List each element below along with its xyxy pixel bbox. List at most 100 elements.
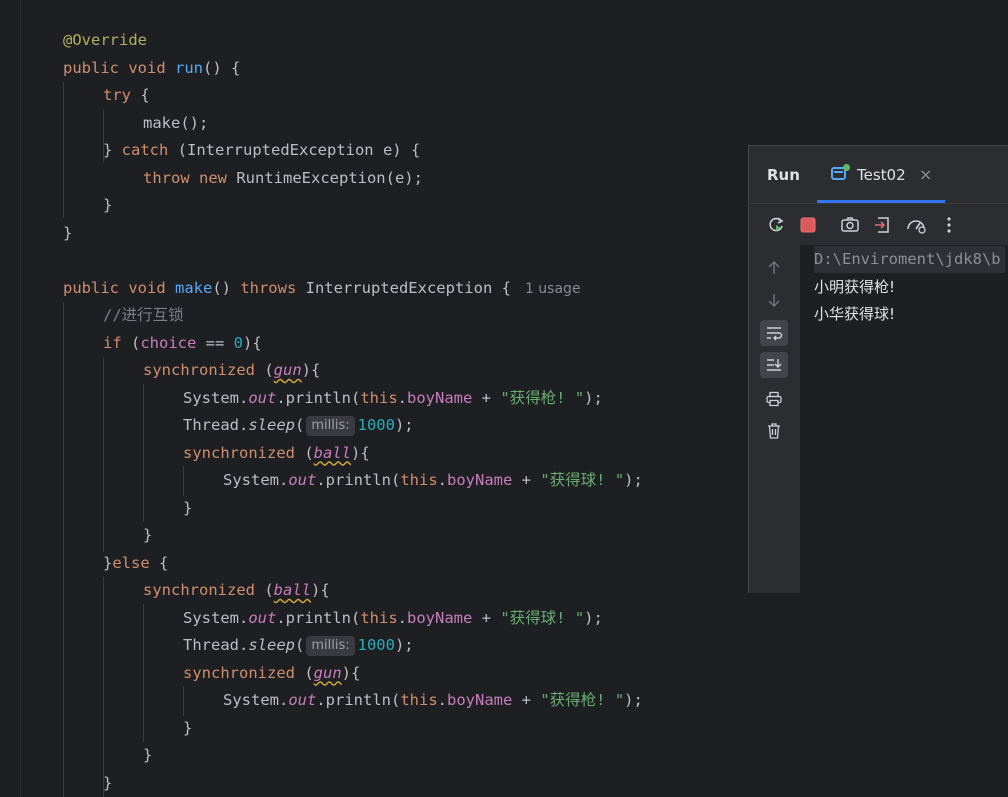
scroll-to-end-icon[interactable] [760,352,788,378]
code-line[interactable]: make(); [143,110,208,137]
code-token: System. [223,471,289,489]
code-token: make [174,278,213,297]
code-token: ( [121,333,141,352]
code-token: .println( [316,471,401,489]
code-token: } [63,223,73,242]
exit-icon[interactable] [869,211,897,239]
code-line[interactable]: } [143,522,152,549]
run-header: Run Test02 × [749,146,1008,203]
code-token: + [472,388,501,407]
code-token: ); [584,608,603,627]
code-line[interactable]: }else { [103,550,168,577]
console-output[interactable]: D:\Enviroment\jdk8\b 小明获得枪! 小华获得球! [800,245,1008,593]
code-token: //进行互锁 [103,306,184,324]
trash-icon[interactable] [760,418,788,444]
code-line[interactable]: synchronized (gun){ [183,660,360,687]
code-line[interactable]: } [183,495,192,522]
code-token: ){ [310,581,330,599]
indent-guide [143,604,144,742]
arrow-down-icon[interactable] [760,287,788,313]
code-token: ){ [301,361,321,379]
code-line[interactable]: public void run() { [63,55,240,82]
code-token: choice [140,333,197,352]
code-token: @Override [63,31,147,49]
tab-test02[interactable]: Test02 × [817,146,945,203]
code-line[interactable]: } [143,742,152,769]
code-line[interactable]: //进行互锁 [103,302,184,329]
code-token: ball [273,581,311,599]
code-line[interactable]: } catch (InterruptedException e) { [103,137,420,164]
code-line[interactable]: synchronized (gun){ [143,357,320,384]
code-line[interactable]: public void make() throws InterruptedExc… [63,275,581,302]
console-side-toolbar [749,245,800,593]
code-line[interactable]: if (choice == 0){ [103,330,262,357]
code-token: "获得枪! " [540,691,625,709]
code-token: { [149,553,169,572]
code-token: this [400,691,438,709]
code-line[interactable]: System.out.println(this.boyName + "获得枪! … [183,385,603,412]
code-line[interactable]: throw new RuntimeException(e); [143,165,423,192]
code-token: } [143,746,153,764]
code-line[interactable]: } [103,192,112,219]
code-token: boyName [407,388,473,407]
code-token: .println( [276,388,361,407]
code-token: ); [624,691,643,709]
code-token: synchronized [143,361,255,379]
console-output-line: 小明获得枪! [814,278,896,296]
code-line[interactable]: try { [103,82,150,109]
indent-guide [103,357,104,552]
usage-hint[interactable]: 1 usage [525,281,581,297]
code-token: boyName [407,608,473,627]
code-token: boyName [447,471,513,489]
code-token: boyName [447,691,513,709]
screenshot-icon[interactable] [836,211,864,239]
code-token: this [400,471,438,489]
code-token: gun [313,663,342,682]
code-token: == [196,333,234,352]
code-token: } [143,526,153,544]
console-output-line: 小华获得球! [814,305,896,323]
code-token: if [103,333,122,352]
arrow-up-icon[interactable] [760,255,788,281]
console-command-path: D:\Enviroment\jdk8\b [814,246,1005,273]
indent-guide [63,82,64,218]
code-token: out [248,608,277,627]
code-token: public void [63,278,175,297]
code-token: } [183,498,193,517]
code-token: ); [624,471,643,489]
rerun-icon[interactable] [762,211,790,239]
code-token: "获得球! " [540,471,625,489]
code-line[interactable]: System.out.println(this.boyName + "获得球! … [223,467,643,494]
code-token: synchronized [183,443,295,462]
running-indicator-icon [843,164,850,171]
profiler-icon[interactable] [902,211,930,239]
code-line[interactable]: synchronized (ball){ [143,577,330,604]
code-line[interactable]: System.out.println(this.boyName + "获得球! … [183,605,603,632]
code-token: .println( [316,691,401,709]
more-icon[interactable] [935,211,963,239]
code-token: throw new [143,168,227,187]
code-line[interactable]: Thread.sleep(millis: 1000); [183,412,414,439]
code-line[interactable]: Thread.sleep(millis: 1000); [183,632,414,659]
code-token: 1000 [357,416,395,434]
code-line[interactable]: } [103,770,112,797]
code-line[interactable]: @Override [63,27,147,54]
code-token: sleep [248,416,295,434]
code-token: .println( [276,608,361,627]
gutter-divider [20,0,21,797]
stop-icon[interactable] [794,211,822,239]
soft-wrap-icon[interactable] [760,320,788,346]
code-line[interactable]: } [183,715,192,742]
code-token: ); [394,416,414,434]
indent-guide [183,686,184,716]
code-line[interactable]: } [63,220,72,247]
print-icon[interactable] [760,386,788,412]
code-line[interactable]: System.out.println(this.boyName + "获得枪! … [223,687,643,714]
close-icon[interactable]: × [919,165,932,184]
code-token: . [397,608,407,627]
code-line[interactable]: synchronized (ball){ [183,440,370,467]
code-token: System. [183,608,249,627]
code-token: run [174,58,203,77]
code-token: ( [294,443,314,462]
code-token: ( [254,581,274,599]
